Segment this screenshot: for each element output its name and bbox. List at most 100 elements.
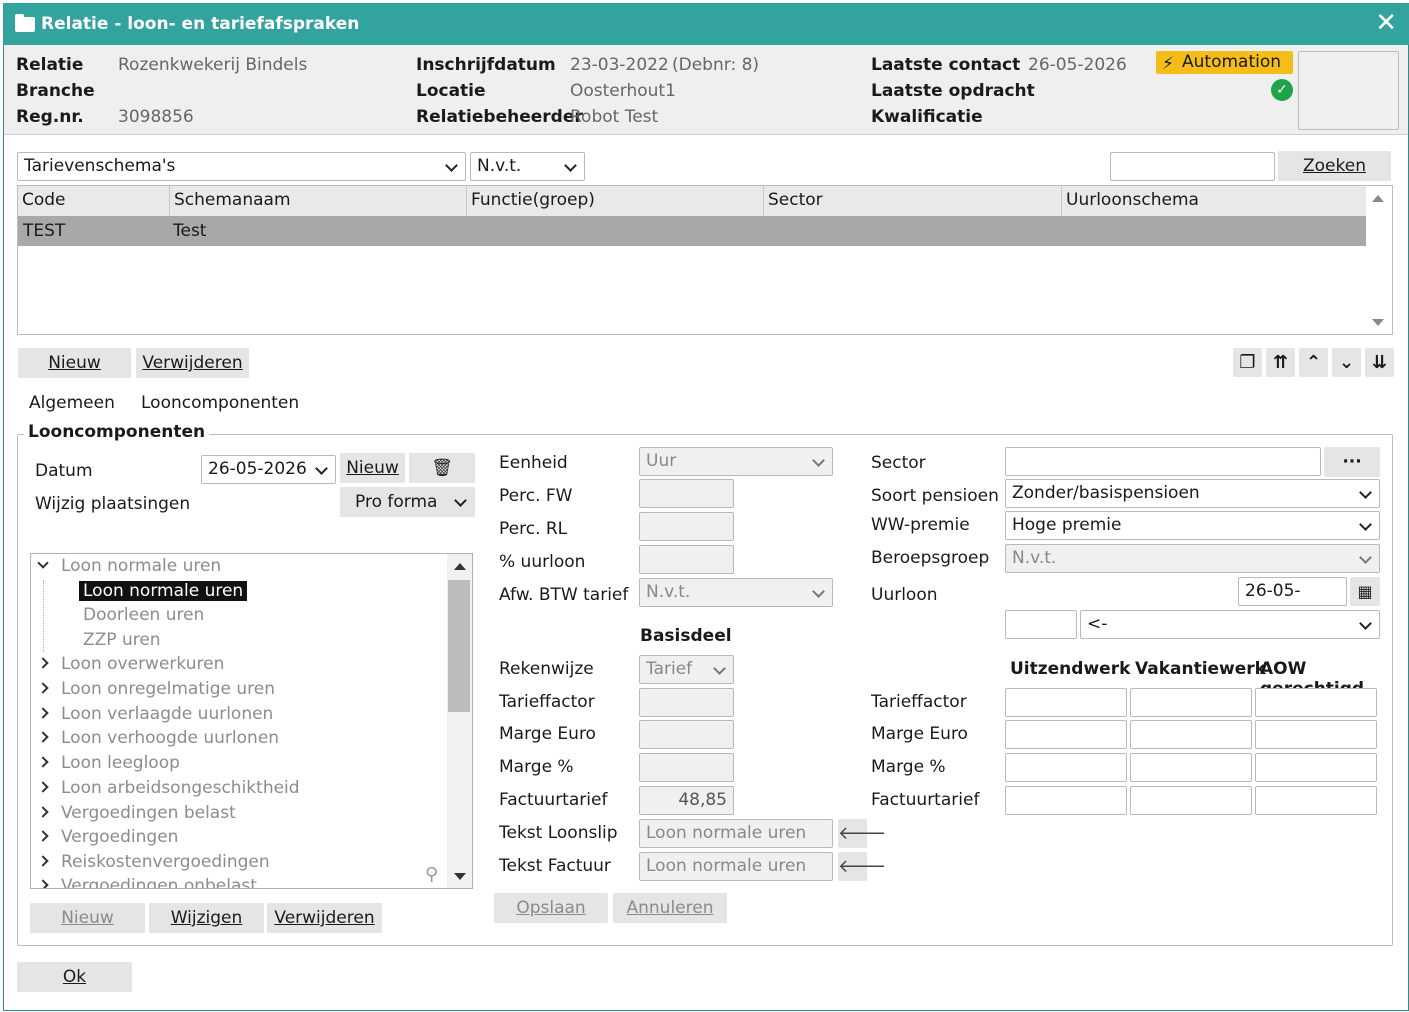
move-down-icon[interactable]: ⌄	[1332, 348, 1361, 377]
tekst-loonslip-input[interactable]: Loon normale uren	[639, 819, 833, 848]
move-bottom-icon[interactable]: ⇊	[1365, 348, 1394, 377]
trash-icon[interactable]: 🗑	[409, 453, 475, 483]
datum-new-button[interactable]: Nieuw	[340, 453, 405, 483]
factuurtarief-input[interactable]: 48,85	[639, 786, 734, 815]
uitzend-marge-pct-input[interactable]	[1005, 753, 1127, 782]
percfw-label: Perc. FW	[499, 486, 573, 506]
tree-group[interactable]: Vergoedingen belast	[31, 803, 236, 823]
tree-group[interactable]: Loon overwerkuren	[31, 654, 224, 674]
percrl-input[interactable]	[639, 512, 734, 541]
scrollbar-thumb[interactable]	[448, 580, 470, 712]
wijzig-select[interactable]: Pro forma	[340, 487, 475, 517]
schema-type-select[interactable]: Tarievenschema's	[17, 152, 466, 181]
table-row[interactable]: TEST Test	[18, 216, 1366, 246]
uurloon-code-input[interactable]	[1005, 610, 1077, 639]
search-button[interactable]: Zoeken	[1278, 151, 1391, 181]
sector-input[interactable]	[1005, 447, 1321, 476]
relation-photo	[1298, 51, 1399, 130]
save-button[interactable]: Opslaan	[494, 893, 608, 923]
tree-new-button[interactable]: Nieuw	[30, 903, 145, 933]
scroll-up-icon[interactable]	[454, 563, 466, 570]
col-sector[interactable]: Sector	[764, 186, 1062, 216]
datum-select[interactable]: 26-05-2026	[201, 455, 336, 484]
factuurtarief-label: Factuurtarief	[499, 790, 608, 810]
tekst-factuur-input[interactable]: Loon normale uren	[639, 852, 833, 881]
col-code[interactable]: Code	[18, 186, 170, 216]
tree-group[interactable]: Loon arbeidsongeschiktheid	[31, 778, 300, 798]
schema-new-button[interactable]: Nieuw	[18, 348, 131, 378]
chevron-down-icon	[713, 662, 726, 675]
close-icon[interactable]: ✕	[1375, 9, 1397, 37]
percfw-input[interactable]	[639, 479, 734, 508]
tree-group[interactable]: Vergoedingen	[31, 827, 178, 847]
uurloon-pct-input[interactable]	[639, 545, 734, 574]
search-icon[interactable]: ⚲	[425, 864, 438, 885]
folder-icon	[15, 14, 35, 32]
more-icon[interactable]: ···	[1324, 447, 1380, 477]
chevron-down-icon	[37, 557, 49, 569]
tree-scrollbar[interactable]	[447, 554, 472, 888]
tree-group[interactable]: Loon verhoogde uurlonen	[31, 728, 279, 748]
calendar-icon[interactable]: ▦	[1350, 577, 1380, 606]
tree-group-label: Loon onregelmatige uren	[61, 679, 276, 699]
tree-node[interactable]: Loon normale uren	[31, 556, 221, 576]
cancel-button[interactable]: Annuleren	[613, 893, 727, 923]
tree-delete-button[interactable]: Verwijderen	[267, 903, 382, 933]
uurloon-select[interactable]: <-	[1080, 610, 1380, 639]
beroep-select[interactable]: N.v.t.	[1005, 544, 1380, 573]
ok-button[interactable]: Ok	[17, 962, 132, 992]
tree-group[interactable]: Vergoedingen onbelast	[31, 876, 257, 888]
vakantie-marge-euro-input[interactable]	[1130, 720, 1252, 749]
move-up-icon[interactable]: ⌃	[1299, 348, 1328, 377]
uurloon-date-input[interactable]: 26-05-2026	[1238, 577, 1347, 628]
arrow-left-icon[interactable]: 🡐	[838, 819, 886, 848]
tree-group[interactable]: Loon leegloop	[31, 753, 180, 773]
tree-leaf-selected[interactable]: Loon normale uren	[79, 581, 248, 601]
scroll-down-icon[interactable]	[1372, 319, 1384, 326]
aow-tarieffactor-input[interactable]	[1255, 688, 1377, 717]
pensioen-select[interactable]: Zonder/basispensioen	[1005, 479, 1380, 508]
tab-algemeen[interactable]: Algemeen	[29, 393, 115, 413]
vakantie-tarieffactor-input[interactable]	[1130, 688, 1252, 717]
automation-badge[interactable]: ⚡ Automation	[1156, 51, 1293, 74]
scroll-down-icon[interactable]	[454, 873, 466, 880]
tree-group[interactable]: Loon onregelmatige uren	[31, 679, 275, 699]
eenheid-select[interactable]: Uur	[639, 447, 833, 476]
uitzend-factuurtarief-input[interactable]	[1005, 786, 1127, 815]
tree-edit-button[interactable]: Wijzigen	[149, 903, 264, 933]
arrow-left-icon[interactable]: 🡐	[838, 852, 886, 881]
tab-looncomponenten[interactable]: Looncomponenten	[141, 393, 299, 413]
uitzend-tarieffactor-input[interactable]	[1005, 688, 1127, 717]
uitzend-marge-euro-input[interactable]	[1005, 720, 1127, 749]
marge-euro-input[interactable]	[639, 720, 734, 749]
col-functiegroep[interactable]: Functie(groep)	[467, 186, 764, 216]
scroll-up-icon[interactable]	[1372, 195, 1384, 202]
sector-label: Sector	[871, 453, 926, 473]
search-input[interactable]	[1110, 152, 1275, 181]
tree-group[interactable]: Reiskostenvergoedingen	[31, 852, 270, 872]
aow-marge-pct-input[interactable]	[1255, 753, 1377, 782]
col-schemanaam[interactable]: Schemanaam	[170, 186, 467, 216]
vakantie-marge-pct-input[interactable]	[1130, 753, 1252, 782]
chevron-down-icon	[1359, 486, 1372, 499]
aow-marge-euro-input[interactable]	[1255, 720, 1377, 749]
rekenwijze-select[interactable]: Tarief	[639, 655, 734, 684]
copy-icon[interactable]: ❐	[1233, 348, 1262, 377]
nvt-select[interactable]: N.v.t.	[470, 152, 585, 181]
tree-leaf[interactable]: Doorleen uren	[83, 605, 204, 625]
col-uurloonschema[interactable]: Uurloonschema	[1062, 186, 1366, 216]
ww-select[interactable]: Hoge premie	[1005, 511, 1380, 540]
move-top-icon[interactable]: ⇈	[1266, 348, 1295, 377]
tree-leaf[interactable]: ZZP uren	[83, 630, 161, 650]
wijzig-value: Pro forma	[355, 492, 438, 512]
aow-factuurtarief-input[interactable]	[1255, 786, 1377, 815]
beroep-label: Beroepsgroep	[871, 548, 990, 568]
section-title: Looncomponenten	[24, 422, 210, 442]
tree-group[interactable]: Loon verlaagde uurlonen	[31, 704, 273, 724]
marge-pct-input[interactable]	[639, 753, 734, 782]
chevron-down-icon	[1359, 617, 1372, 630]
vakantie-factuurtarief-input[interactable]	[1130, 786, 1252, 815]
btw-select[interactable]: N.v.t.	[639, 578, 833, 607]
tarieffactor-input[interactable]	[639, 688, 734, 717]
schema-delete-button[interactable]: Verwijderen	[136, 348, 249, 378]
